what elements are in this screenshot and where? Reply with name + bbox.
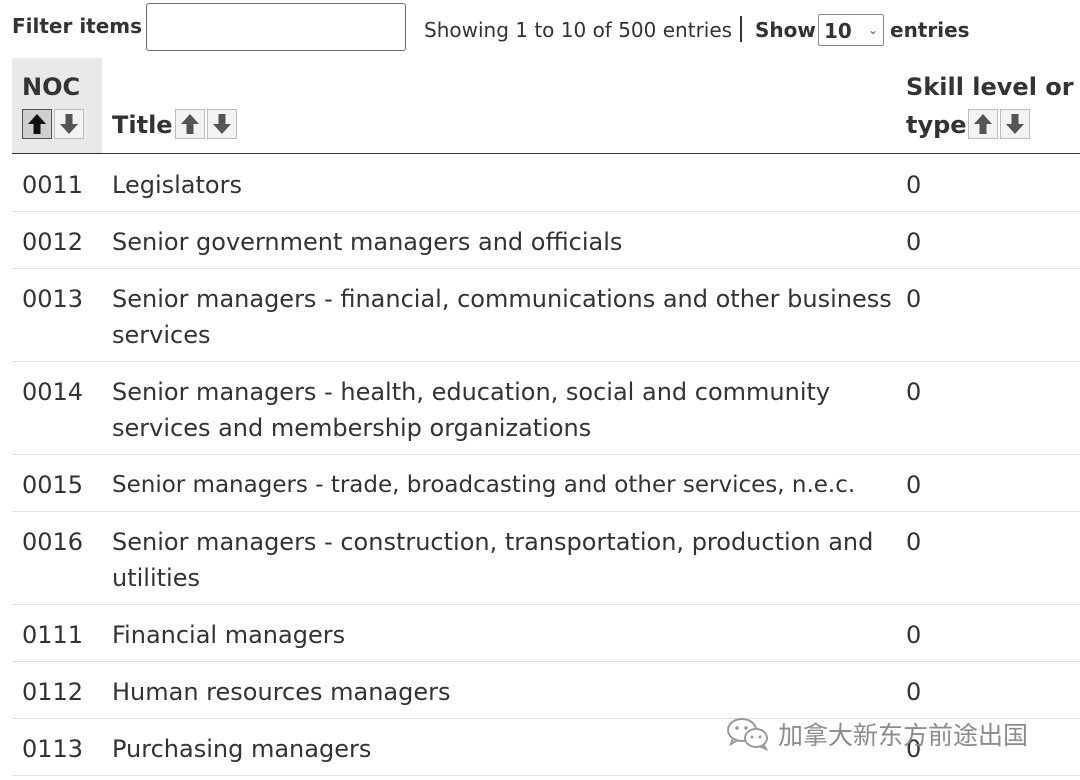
watermark-text: 加拿大新东方前途出国: [778, 721, 1029, 750]
cell-noc: 0014: [22, 378, 84, 406]
arrow-up-icon: [28, 114, 46, 134]
cell-noc: 0013: [22, 285, 84, 313]
cell-skill-level: 0: [906, 528, 922, 556]
cell-noc: 0113: [22, 735, 84, 763]
chevron-down-icon: ⌄: [867, 23, 878, 37]
cell-title: Legislators: [112, 171, 242, 199]
arrow-down-icon: [213, 114, 231, 134]
cell-title: Senior managers - health, education, soc…: [112, 378, 831, 442]
cell-skill-level: 0: [906, 678, 922, 706]
table-row: 0012 Senior government managers and offi…: [12, 212, 1080, 269]
cell-title: Senior managers - construction, transpor…: [112, 528, 874, 592]
cell-skill-level: 0: [906, 378, 922, 406]
column-header-skill-label-line2: type: [906, 111, 967, 139]
table-header: NOC Title Skill level or type: [12, 58, 1080, 154]
cell-skill-level: 0: [906, 471, 922, 499]
cell-title: Financial managers: [112, 621, 346, 649]
arrow-up-icon: [974, 114, 992, 134]
cell-noc: 0111: [22, 621, 84, 649]
table-row: 0111 Financial managers 0: [12, 605, 1080, 662]
table-body: 0011 Legislators 0 0012 Senior governmen…: [12, 155, 1080, 776]
page-size-select[interactable]: 10 ⌄: [818, 14, 884, 46]
entries-label: entries: [890, 18, 970, 42]
column-header-noc: NOC: [12, 58, 102, 153]
cell-title: Human resources managers: [112, 678, 451, 706]
table-row: 0016 Senior managers - construction, tra…: [12, 512, 1080, 605]
sort-descending-button-noc[interactable]: [54, 109, 84, 139]
column-header-noc-label: NOC: [22, 73, 81, 101]
arrow-down-icon: [60, 114, 78, 134]
column-header-skill-level: Skill level or type: [894, 58, 1080, 153]
cell-skill-level: 0: [906, 171, 922, 199]
cell-noc: 0012: [22, 228, 84, 256]
filter-input[interactable]: [146, 3, 406, 51]
table-row: 0011 Legislators 0: [12, 155, 1080, 212]
sort-ascending-button-skill[interactable]: [968, 109, 998, 139]
cell-title: Senior managers - financial, communicati…: [112, 285, 892, 349]
cell-noc: 0112: [22, 678, 84, 706]
cell-noc: 0016: [22, 528, 84, 556]
wechat-icon: [727, 718, 769, 751]
sort-ascending-button-title[interactable]: [175, 109, 205, 139]
cell-skill-level: 0: [906, 285, 922, 313]
sort-ascending-button-noc[interactable]: [22, 109, 52, 139]
column-header-title: Title: [102, 58, 894, 153]
page-size-value: 10: [824, 19, 852, 43]
cell-skill-level: 0: [906, 621, 922, 649]
divider: [740, 16, 742, 42]
sort-descending-button-skill[interactable]: [1000, 109, 1030, 139]
cell-noc: 0011: [22, 171, 84, 199]
table-row: 0013 Senior managers - financial, commun…: [12, 269, 1080, 362]
cell-skill-level: 0: [906, 228, 922, 256]
sort-descending-button-title[interactable]: [207, 109, 237, 139]
show-label: Show: [755, 18, 816, 42]
cell-title: Senior government managers and officials: [112, 228, 623, 256]
arrow-down-icon: [1006, 114, 1024, 134]
table-row: 0112 Human resources managers 0: [12, 662, 1080, 719]
table-toolbar: Filter items Showing 1 to 10 of 500 entr…: [0, 0, 1080, 58]
entries-info: Showing 1 to 10 of 500 entries: [424, 18, 733, 42]
arrow-up-icon: [181, 114, 199, 134]
table-row: 0015 Senior managers - trade, broadcasti…: [12, 455, 1080, 512]
table-row: 0014 Senior managers - health, education…: [12, 362, 1080, 455]
cell-noc: 0015: [22, 471, 84, 499]
watermark: 加拿大新东方前途出国: [726, 714, 1028, 754]
filter-label: Filter items: [12, 14, 143, 38]
column-header-skill-label-line1: Skill level or: [906, 73, 1074, 101]
column-header-title-label: Title: [112, 111, 173, 139]
cell-title: Senior managers - trade, broadcasting an…: [112, 472, 856, 498]
